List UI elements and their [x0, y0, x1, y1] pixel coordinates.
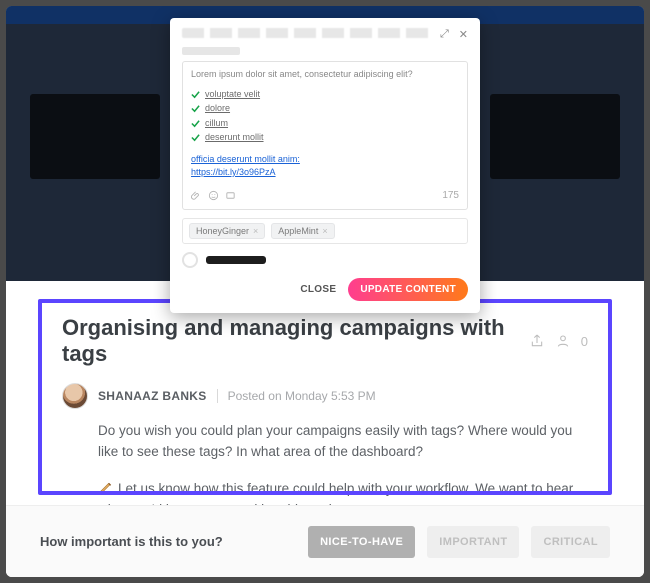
content-link-url[interactable]: https://bit.ly/3o96PzA — [191, 166, 276, 180]
tag-input[interactable]: HoneyGinger× AppleMint× — [182, 218, 468, 244]
important-button[interactable]: IMPORTANT — [427, 526, 519, 558]
person-icon[interactable] — [555, 333, 571, 349]
remove-tag-icon[interactable]: × — [253, 226, 258, 236]
assignee-row — [182, 252, 468, 268]
emoji-icon[interactable] — [208, 190, 219, 201]
writing-hand-icon — [98, 480, 114, 496]
feedback-panel: Organising and managing campaigns with t… — [6, 281, 644, 577]
attachment-icon[interactable] — [191, 190, 202, 201]
char-counter: 175 — [442, 188, 459, 203]
modal-title-placeholder — [182, 28, 430, 38]
content-link[interactable]: officia deserunt mollit anim: — [191, 153, 300, 167]
content-text: Lorem ipsum dolor sit amet, consectetur … — [191, 68, 459, 82]
post-title: Organising and managing campaigns with t… — [62, 315, 515, 367]
critical-button[interactable]: CRITICAL — [531, 526, 610, 558]
importance-footer: How important is this to you? NICE-TO-HA… — [6, 505, 644, 577]
checklist-item: voluptate velit — [191, 88, 459, 102]
nice-to-have-button[interactable]: NICE-TO-HAVE — [308, 526, 415, 558]
importance-prompt: How important is this to you? — [40, 534, 296, 549]
assignee-name-placeholder — [206, 256, 266, 264]
check-icon — [191, 119, 200, 128]
checklist-item: deserunt mollit — [191, 131, 459, 145]
check-icon — [191, 90, 200, 99]
modal-subtitle-placeholder — [182, 47, 240, 55]
content-tile — [490, 94, 620, 179]
checklist-item: dolore — [191, 102, 459, 116]
post-card: Organising and managing campaigns with t… — [38, 299, 612, 495]
avatar — [62, 383, 88, 409]
update-content-button[interactable]: UPDATE CONTENT — [348, 278, 468, 301]
avatar-placeholder[interactable] — [182, 252, 198, 268]
close-icon[interactable]: ✕ — [459, 28, 468, 41]
divider — [217, 389, 218, 403]
check-icon — [191, 133, 200, 142]
posted-time: Posted on Monday 5:53 PM — [228, 389, 376, 403]
checklist-item: cillum — [191, 117, 459, 131]
share-icon[interactable] — [529, 333, 545, 349]
tag-chip[interactable]: HoneyGinger× — [189, 223, 265, 239]
comment-count: 0 — [581, 334, 588, 349]
remove-tag-icon[interactable]: × — [322, 226, 327, 236]
author-name: SHANAAZ BANKS — [98, 389, 207, 403]
media-icon[interactable] — [225, 190, 236, 201]
tag-chip[interactable]: AppleMint× — [271, 223, 334, 239]
expand-icon[interactable]: ⤢ — [440, 28, 449, 41]
content-textarea[interactable]: Lorem ipsum dolor sit amet, consectetur … — [182, 61, 468, 210]
content-tile — [30, 94, 160, 179]
close-button[interactable]: CLOSE — [300, 284, 336, 295]
edit-content-modal: ⤢ ✕ Lorem ipsum dolor sit amet, consecte… — [170, 18, 480, 313]
check-icon — [191, 104, 200, 113]
post-paragraph: Do you wish you could plan your campaign… — [98, 421, 588, 463]
